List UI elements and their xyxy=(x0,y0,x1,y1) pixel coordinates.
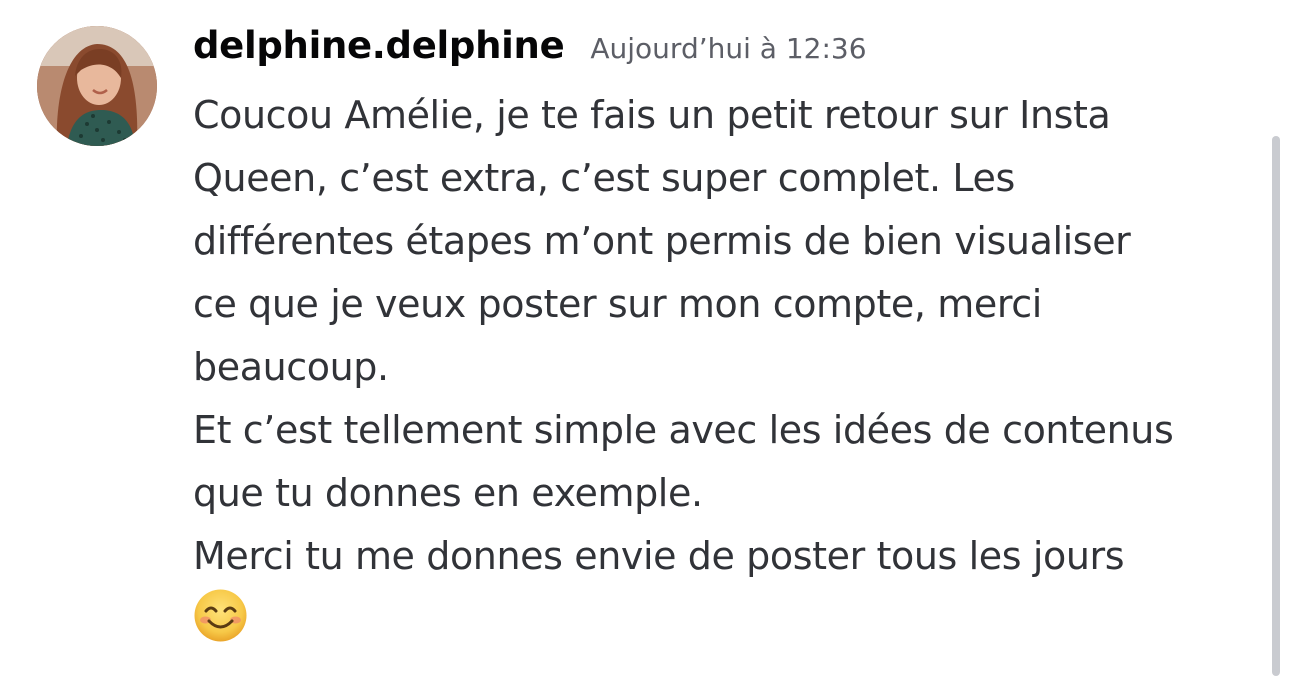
author-name[interactable]: delphine.delphine xyxy=(193,24,565,67)
avatar-photo-icon xyxy=(37,26,157,146)
message-content: Coucou Amélie, je te fais un petit retou… xyxy=(193,84,1258,588)
message-line: beaucoup. xyxy=(193,345,389,389)
user-avatar[interactable] xyxy=(37,26,157,146)
message-line: différentes étapes m’ont permis de bien … xyxy=(193,219,1131,263)
message-timestamp[interactable]: Aujourd’hui à 12:36 xyxy=(590,32,866,65)
message-line: ce que je veux poster sur mon compte, me… xyxy=(193,282,1042,326)
smiling-face-with-smiling-eyes-icon[interactable] xyxy=(193,588,248,643)
chat-message: delphine.delphine Aujourd’hui à 12:36 Co… xyxy=(0,0,1270,659)
message-line: Coucou Amélie, je te fais un petit retou… xyxy=(193,93,1111,137)
scrollbar-thumb[interactable] xyxy=(1272,136,1280,676)
message-line: que tu donnes en exemple. xyxy=(193,471,703,515)
message-line: Merci tu me donnes envie de poster tous … xyxy=(193,534,1125,578)
message-line: Queen, c’est extra, c’est super complet.… xyxy=(193,156,1015,200)
message-line: Et c’est tellement simple avec les idées… xyxy=(193,408,1174,452)
message-header: delphine.delphine Aujourd’hui à 12:36 xyxy=(193,24,867,76)
